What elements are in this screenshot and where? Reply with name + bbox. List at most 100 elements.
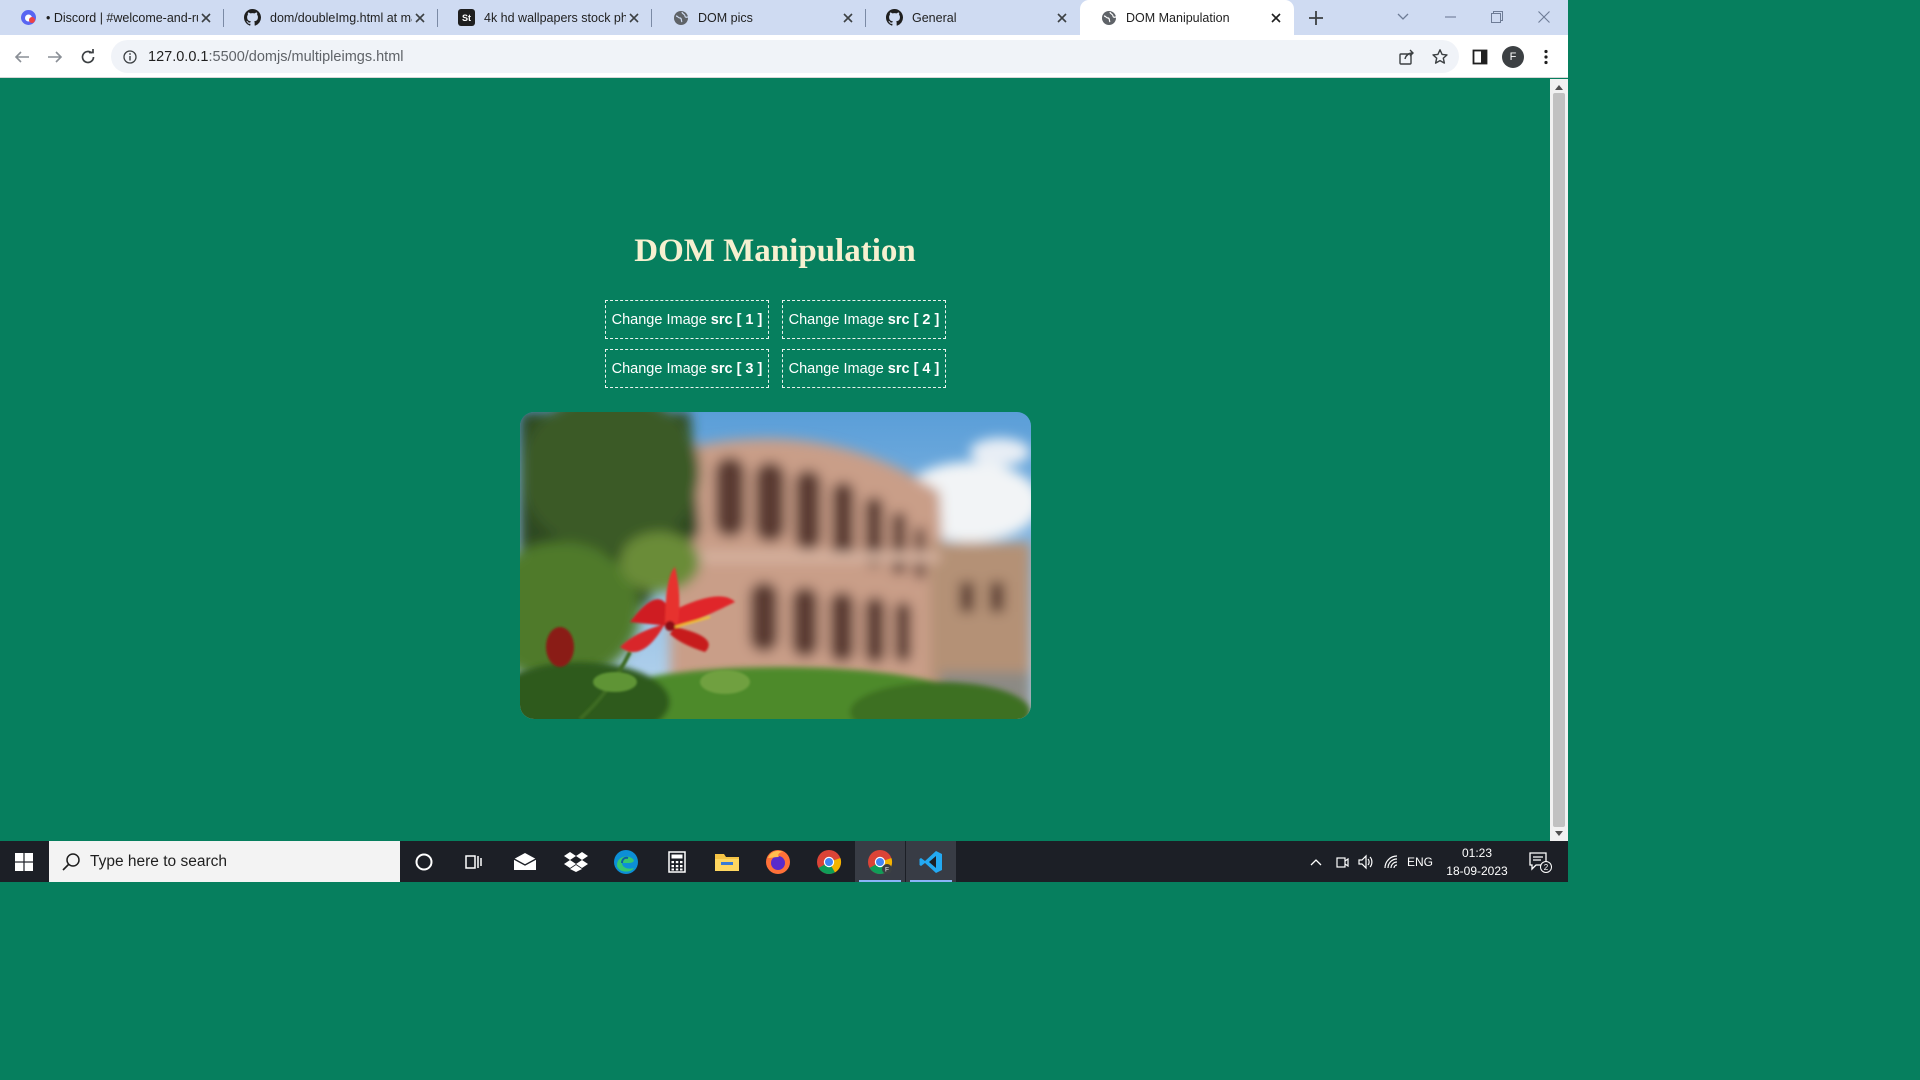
bookmark-star-icon[interactable] (1428, 45, 1452, 69)
volume-button[interactable] (1354, 841, 1378, 882)
volume-icon (1358, 854, 1373, 869)
mail-app-button[interactable] (500, 841, 550, 882)
show-hidden-icons-button[interactable] (1304, 841, 1328, 882)
start-button[interactable] (0, 841, 48, 882)
tab-title: • Discord | #welcome-and-rules (46, 10, 198, 25)
side-panel-button[interactable] (1466, 43, 1494, 71)
meet-now-icon (1336, 856, 1349, 868)
kebab-menu-icon (1544, 49, 1548, 65)
notification-count: 2 (1544, 863, 1549, 872)
dropbox-icon (564, 851, 588, 872)
clock[interactable]: 01:23 18-09-2023 (1440, 844, 1514, 880)
github-icon (886, 9, 903, 26)
chevron-down-icon (1397, 13, 1409, 20)
address-bar[interactable]: 127.0.0.1:5500/domjs/multipleimgs.html (111, 40, 1459, 73)
close-tab-icon[interactable] (412, 10, 428, 26)
task-view-button[interactable] (449, 841, 499, 882)
calculator-icon (668, 850, 686, 873)
language-indicator[interactable]: ENG (1404, 841, 1436, 882)
clock-time: 01:23 (1461, 846, 1493, 860)
file-explorer-button[interactable] (702, 841, 752, 882)
arrow-left-icon (14, 51, 29, 63)
tab-title: DOM Manipulation (1126, 10, 1230, 25)
scroll-down-icon[interactable] (1550, 826, 1568, 840)
reload-button[interactable] (73, 42, 103, 72)
tab-search-button[interactable] (1380, 0, 1426, 34)
profile-button[interactable]: F (1499, 43, 1527, 71)
github-icon (244, 9, 261, 26)
active-indicator (859, 880, 901, 882)
edge-icon (614, 849, 638, 874)
restore-button[interactable] (1474, 0, 1520, 34)
profile-badge: F (885, 866, 889, 873)
page-viewport: DOM Manipulation Change Image src [ 1 ] C… (0, 79, 1550, 841)
scrollbar-thumb[interactable] (1553, 93, 1565, 827)
vertical-scrollbar[interactable] (1550, 79, 1568, 841)
close-tab-icon[interactable] (1054, 10, 1070, 26)
button-label-bold: src [ 1 ] (710, 311, 763, 328)
discord-icon (20, 9, 37, 26)
info-icon[interactable] (122, 49, 138, 65)
tab-github-doubleimg[interactable]: dom/doubleImg.html at main (224, 0, 438, 35)
close-tab-icon[interactable] (840, 10, 856, 26)
button-label-bold: src [ 3 ] (710, 360, 763, 377)
cortana-button[interactable] (399, 841, 449, 882)
vscode-icon (919, 850, 942, 873)
tab-dom-manipulation[interactable]: DOM Manipulation (1080, 0, 1294, 35)
globe-icon (1100, 9, 1117, 26)
tab-strip: • Discord | #welcome-and-rules dom/doubl… (0, 0, 1568, 35)
side-panel-icon (1472, 49, 1488, 65)
vscode-app-button[interactable] (906, 841, 956, 882)
share-icon[interactable] (1395, 45, 1419, 69)
url-host: 127.0.0.1 (148, 48, 209, 65)
calculator-app-button[interactable] (652, 841, 702, 882)
change-image-src-1-button[interactable]: Change Image src [ 1 ] (605, 300, 769, 339)
active-indicator (910, 880, 952, 882)
tab-stock-photos[interactable]: St 4k hd wallpapers stock photos (438, 0, 652, 35)
close-window-button[interactable] (1521, 0, 1567, 34)
chrome-icon (817, 849, 842, 874)
back-button[interactable] (7, 42, 37, 72)
forward-button[interactable] (40, 42, 70, 72)
avatar: F (1502, 46, 1524, 68)
firefox-app-button[interactable] (753, 841, 803, 882)
stock-icon: St (458, 9, 475, 26)
windows-taskbar: Type here to search F ENG 01:23 18-09-20… (0, 841, 1568, 882)
close-tab-icon[interactable] (626, 10, 642, 26)
meet-now-button[interactable] (1330, 841, 1354, 882)
change-image-src-4-button[interactable]: Change Image src [ 4 ] (782, 349, 946, 388)
dropbox-app-button[interactable] (551, 841, 601, 882)
button-label-bold: src [ 2 ] (887, 311, 940, 328)
chrome-profile-app-button[interactable]: F (855, 841, 905, 882)
minimize-button[interactable] (1427, 0, 1473, 34)
chrome-app-button[interactable] (804, 841, 854, 882)
tab-title: DOM pics (698, 10, 753, 25)
edge-app-button[interactable] (601, 841, 651, 882)
tab-dom-pics[interactable]: DOM pics (652, 0, 866, 35)
menu-button[interactable] (1532, 43, 1560, 71)
chrome-icon: F (868, 849, 893, 874)
restore-icon (1491, 11, 1503, 23)
tab-title: General (912, 10, 957, 25)
taskbar-search-box[interactable]: Type here to search (49, 841, 400, 882)
chevron-up-icon (1310, 858, 1322, 865)
url-path: :5500/domjs/multipleimgs.html (208, 48, 404, 65)
change-image-src-2-button[interactable]: Change Image src [ 2 ] (782, 300, 946, 339)
network-button[interactable] (1379, 841, 1403, 882)
notification-center-button[interactable]: 2 (1520, 841, 1560, 882)
wifi-icon (1384, 854, 1398, 868)
close-tab-icon[interactable] (1268, 10, 1284, 26)
task-view-icon (465, 854, 482, 869)
reload-icon (81, 49, 95, 64)
tab-general[interactable]: General (866, 0, 1080, 35)
new-tab-button[interactable] (1302, 4, 1330, 32)
change-image-src-3-button[interactable]: Change Image src [ 3 ] (605, 349, 769, 388)
mail-icon (513, 852, 537, 870)
button-label: Change Image (788, 311, 884, 328)
plus-icon (1309, 11, 1323, 25)
tab-title: 4k hd wallpapers stock photos (484, 10, 626, 25)
tab-discord[interactable]: • Discord | #welcome-and-rules (0, 0, 224, 35)
scroll-up-icon[interactable] (1550, 80, 1568, 94)
folder-icon (715, 853, 739, 871)
close-tab-icon[interactable] (198, 10, 214, 26)
